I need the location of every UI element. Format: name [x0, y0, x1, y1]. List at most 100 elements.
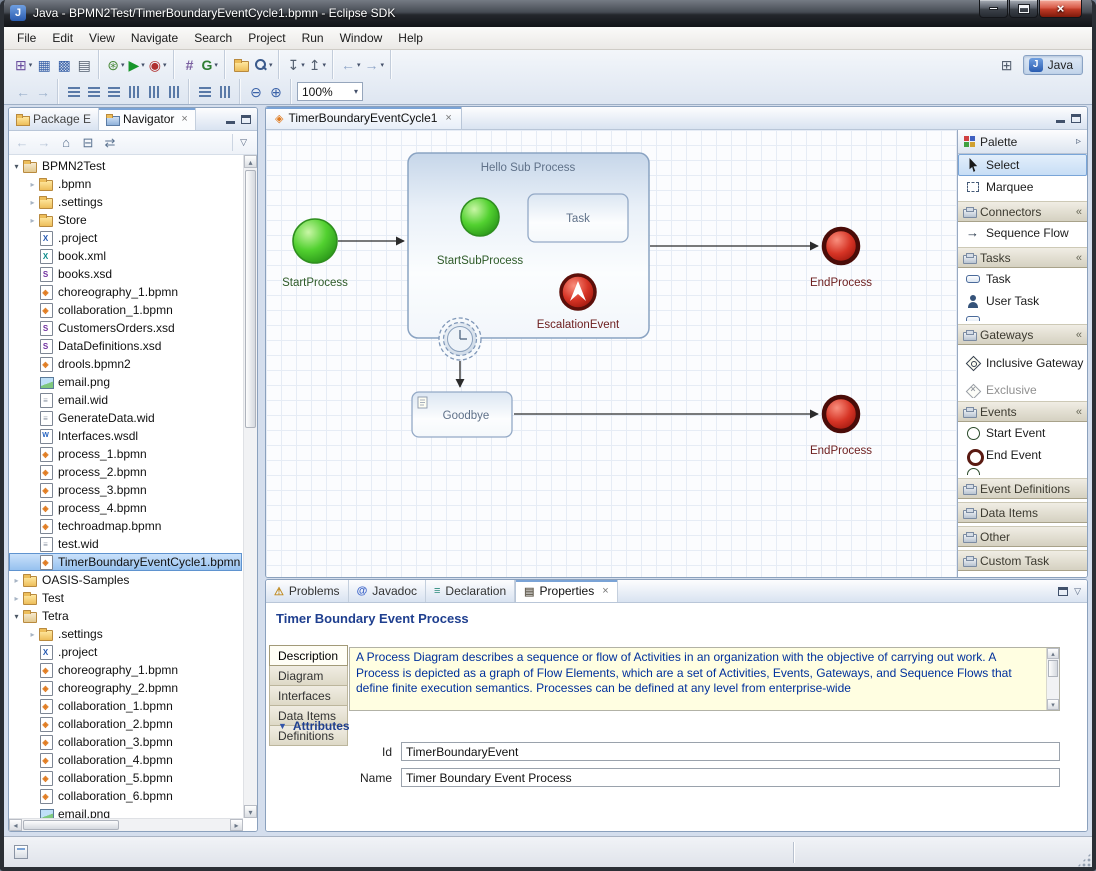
view-menu-icon[interactable]: ▽: [1074, 586, 1081, 597]
tree-item-timerboundaryeventcycle1-bpmn[interactable]: TimerBoundaryEventCycle1.bpmn: [9, 553, 242, 571]
tree-item-collaboration-5-bpmn[interactable]: collaboration_5.bpmn: [9, 769, 242, 787]
tree-item-bpmn2test[interactable]: ▾BPMN2Test: [9, 157, 242, 175]
tree-item-test[interactable]: ▸Test: [9, 589, 242, 607]
tree-item-books-xsd[interactable]: books.xsd: [9, 265, 242, 283]
menu-window[interactable]: Window: [332, 28, 391, 48]
open-resource-button[interactable]: [231, 54, 251, 76]
twisty-open-icon[interactable]: ▾: [11, 612, 22, 621]
palette-drawer-tasks[interactable]: Tasks«: [958, 247, 1087, 268]
subprocess-node[interactable]: [408, 153, 649, 338]
tree-item-choreography-2-bpmn[interactable]: choreography_2.bpmn: [9, 679, 242, 697]
scroll-down-icon[interactable]: ▾: [244, 805, 257, 818]
java-browsing-button[interactable]: #: [180, 54, 200, 76]
tree-item-project[interactable]: .project: [9, 229, 242, 247]
name-field[interactable]: [401, 768, 1060, 787]
match-height-button[interactable]: [215, 81, 235, 103]
forward-button[interactable]: →: [34, 133, 54, 153]
coverage-button[interactable]: ◉▾: [147, 54, 169, 76]
palette-tool-exclusive[interactable]: Exclusive: [958, 381, 1087, 398]
tree-item-collaboration-2-bpmn[interactable]: collaboration_2.bpmn: [9, 715, 242, 733]
back-history-button[interactable]: ←▾: [339, 54, 363, 76]
editor-tab-timerboundaryeventcycle1[interactable]: ◈ TimerBoundaryEventCycle1 ×: [266, 107, 462, 129]
run-button[interactable]: ▶▾: [127, 54, 147, 76]
palette-pin-icon[interactable]: ▹: [1076, 136, 1081, 147]
nav-forward-button[interactable]: →: [33, 81, 53, 103]
twisty-closed-icon[interactable]: ▸: [11, 594, 22, 603]
align-right-button[interactable]: [104, 81, 124, 103]
forward-history-button[interactable]: →▾: [362, 54, 386, 76]
tree-item-collaboration-3-bpmn[interactable]: collaboration_3.bpmn: [9, 733, 242, 751]
palette-tool-select[interactable]: Select: [958, 154, 1087, 176]
maximize-editor-icon[interactable]: [1071, 114, 1081, 123]
zoom-out-button[interactable]: ⊖: [246, 81, 266, 103]
tree-item-test-wid[interactable]: test.wid: [9, 535, 242, 553]
search-button[interactable]: ▾: [251, 54, 275, 76]
twisty-closed-icon[interactable]: ▸: [27, 198, 38, 207]
scroll-down-icon[interactable]: ▾: [1047, 699, 1059, 710]
tree-item-project[interactable]: .project: [9, 643, 242, 661]
palette-drawer-other[interactable]: Other: [958, 526, 1087, 547]
next-annotation-button[interactable]: ↧▾: [285, 54, 306, 76]
properties-tab-interfaces[interactable]: Interfaces: [269, 685, 348, 706]
menu-edit[interactable]: Edit: [44, 28, 81, 48]
tree-item-collaboration-1-bpmn[interactable]: collaboration_1.bpmn: [9, 697, 242, 715]
restore-view-icon[interactable]: [1058, 587, 1068, 596]
menu-run[interactable]: Run: [294, 28, 332, 48]
maximize-view-icon[interactable]: [241, 115, 251, 124]
palette-tool-clipped[interactable]: [958, 466, 1087, 475]
scroll-up-icon[interactable]: ▴: [1047, 648, 1059, 659]
tree-item-process-2-bpmn[interactable]: process_2.bpmn: [9, 463, 242, 481]
menu-help[interactable]: Help: [390, 28, 431, 48]
new-java-element-button[interactable]: G▾: [200, 54, 220, 76]
back-button[interactable]: ←: [12, 133, 32, 153]
tree-item-tetra[interactable]: ▾Tetra: [9, 607, 242, 625]
java-perspective-button[interactable]: J Java: [1023, 55, 1083, 75]
fast-view-icon[interactable]: [14, 845, 28, 859]
end-process-event-1[interactable]: [824, 229, 858, 263]
tree-item-process-1-bpmn[interactable]: process_1.bpmn: [9, 445, 242, 463]
close-icon[interactable]: ×: [602, 585, 608, 597]
attributes-section-header[interactable]: ▼ Attributes: [278, 719, 350, 733]
palette-tool-user-task[interactable]: User Task: [958, 290, 1087, 312]
palette-tool-task[interactable]: Task: [958, 268, 1087, 290]
view-tab-declaration[interactable]: ≡Declaration: [426, 580, 515, 602]
palette-drawer-connectors[interactable]: Connectors«: [958, 201, 1087, 222]
resize-grip[interactable]: [1077, 853, 1091, 867]
menu-view[interactable]: View: [81, 28, 123, 48]
collapse-chevron-icon[interactable]: «: [1076, 406, 1082, 418]
save-all-button[interactable]: ▩: [54, 54, 74, 76]
palette-drawer-event-definitions[interactable]: Event Definitions: [958, 478, 1087, 499]
scroll-left-icon[interactable]: ◂: [9, 819, 22, 831]
align-top-button[interactable]: [124, 81, 144, 103]
twisty-open-icon[interactable]: ▾: [11, 162, 22, 171]
tree-item-email-wid[interactable]: email.wid: [9, 391, 242, 409]
scrollbar-thumb[interactable]: [23, 820, 119, 830]
timer-boundary-event[interactable]: [439, 318, 481, 360]
close-button[interactable]: ×: [1039, 0, 1082, 18]
tree-item-drools-bpmn2[interactable]: drools.bpmn2: [9, 355, 242, 373]
menu-navigate[interactable]: Navigate: [123, 28, 186, 48]
palette-drawer-events[interactable]: Events«: [958, 401, 1087, 422]
maximize-button[interactable]: [1009, 0, 1038, 18]
align-middle-button[interactable]: [144, 81, 164, 103]
palette-drawer-gateways[interactable]: Gateways«: [958, 324, 1087, 345]
align-left-button[interactable]: [64, 81, 84, 103]
palette-header[interactable]: Palette ▹: [958, 130, 1087, 154]
palette-drawer-custom-task[interactable]: Custom Task: [958, 550, 1087, 571]
previous-annotation-button[interactable]: ↥▾: [307, 54, 328, 76]
view-tab-problems[interactable]: ⚠Problems: [266, 580, 349, 602]
open-perspective-button[interactable]: ⊞: [997, 54, 1017, 76]
id-field[interactable]: [401, 742, 1060, 761]
properties-tab-description[interactable]: Description: [269, 645, 348, 666]
scroll-right-icon[interactable]: ▸: [230, 819, 243, 831]
menu-search[interactable]: Search: [186, 28, 240, 48]
external-tools-button[interactable]: ⊛▾: [105, 54, 126, 76]
menu-file[interactable]: File: [9, 28, 44, 48]
tree-item-store[interactable]: ▸Store: [9, 211, 242, 229]
scrollbar-thumb[interactable]: [1048, 660, 1058, 677]
menu-project[interactable]: Project: [240, 28, 293, 48]
end-process-event-2[interactable]: [824, 397, 858, 431]
palette-tool-marquee[interactable]: Marquee: [958, 176, 1087, 198]
palette-tool-clipped[interactable]: [958, 312, 1087, 321]
view-tab-javadoc[interactable]: @Javadoc: [349, 580, 426, 602]
